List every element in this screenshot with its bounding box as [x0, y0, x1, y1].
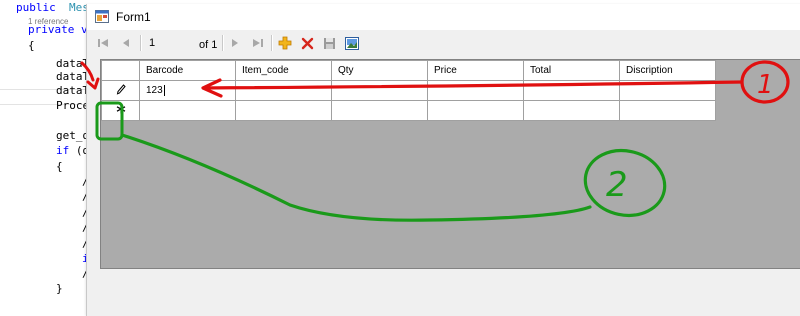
cell-value: 123 [146, 85, 163, 97]
move-previous-icon [123, 39, 129, 47]
code-token: get_d [56, 129, 90, 142]
code-line: if (d [56, 144, 89, 157]
cell-discription[interactable] [619, 100, 716, 121]
row-header-editing[interactable] [101, 80, 140, 101]
column-header-barcode[interactable]: Barcode [139, 60, 236, 81]
code-token: if [56, 144, 70, 157]
cell-total[interactable] [523, 100, 620, 121]
cell-barcode[interactable] [139, 100, 236, 121]
table-row [101, 100, 716, 121]
move-previous-button[interactable] [117, 34, 135, 52]
column-header-row: Barcode Item_code Qty Price Total Discri… [101, 60, 716, 81]
code-token: dataT [56, 57, 90, 70]
code-line: dataT [56, 57, 89, 70]
table-row: 123 [101, 80, 716, 101]
form-app-icon [95, 10, 109, 23]
count-label: of 1 [199, 39, 218, 51]
binding-navigator-toolbar: of 1 [87, 30, 800, 56]
text-caret [163, 84, 165, 96]
add-new-button[interactable] [276, 34, 294, 52]
new-row-star-icon [116, 104, 125, 114]
move-first-icon [98, 39, 108, 47]
delete-icon [301, 37, 313, 49]
move-next-icon [232, 39, 238, 47]
position-input[interactable] [146, 35, 194, 51]
cell-item-code[interactable] [235, 100, 332, 121]
cell-price[interactable] [427, 80, 524, 101]
move-last-icon [253, 39, 263, 47]
save-button[interactable] [320, 34, 338, 52]
delete-button[interactable] [298, 34, 316, 52]
code-token: private [28, 23, 75, 36]
cell-price[interactable] [427, 100, 524, 121]
column-header-item-code[interactable]: Item_code [235, 60, 332, 81]
code-token: } [56, 282, 63, 295]
add-new-icon [278, 36, 292, 50]
toolbar-separator [271, 35, 273, 51]
code-token: { [28, 39, 35, 52]
move-last-button[interactable] [249, 34, 267, 52]
code-line: private v [28, 23, 88, 36]
cell-qty[interactable] [331, 100, 428, 121]
top-left-header-cell[interactable] [101, 60, 140, 81]
column-header-price[interactable]: Price [427, 60, 524, 81]
cell-item-code[interactable] [235, 80, 332, 101]
title-bar[interactable]: Form1 [87, 4, 800, 30]
image-icon [345, 36, 359, 50]
code-line: public Mes [16, 1, 89, 14]
move-next-button[interactable] [226, 34, 244, 52]
form1-window: Form1 of 1 [86, 4, 800, 316]
cell-discription[interactable] [619, 80, 716, 101]
save-icon [323, 37, 335, 49]
cell-barcode-editing[interactable]: 123 [139, 80, 236, 101]
row-header-new-row[interactable] [101, 100, 140, 121]
grid-table: Barcode Item_code Qty Price Total Discri… [101, 60, 716, 121]
window-title: Form1 [116, 10, 151, 24]
column-header-qty[interactable]: Qty [331, 60, 428, 81]
code-line: { [56, 160, 63, 173]
data-grid-view[interactable]: Barcode Item_code Qty Price Total Discri… [100, 59, 800, 269]
code-line: { [28, 39, 35, 52]
code-token: dataT [56, 70, 90, 83]
code-line: get_d [56, 129, 89, 142]
code-line: dataT [56, 84, 89, 97]
pencil-icon [116, 83, 126, 95]
code-line: dataT [56, 70, 89, 83]
code-token: public [16, 1, 56, 14]
image-button[interactable] [343, 34, 361, 52]
toolbar-separator [140, 35, 142, 51]
code-token: dataT [56, 84, 90, 97]
column-header-discription[interactable]: Discription [619, 60, 716, 81]
cell-qty[interactable] [331, 80, 428, 101]
code-token: Proce [56, 99, 90, 112]
cell-total[interactable] [523, 80, 620, 101]
code-token: { [56, 160, 63, 173]
toolbar-separator [222, 35, 224, 51]
code-line: Proce [56, 99, 89, 112]
code-line: } [56, 282, 63, 295]
column-header-total[interactable]: Total [523, 60, 620, 81]
move-first-button[interactable] [94, 34, 112, 52]
